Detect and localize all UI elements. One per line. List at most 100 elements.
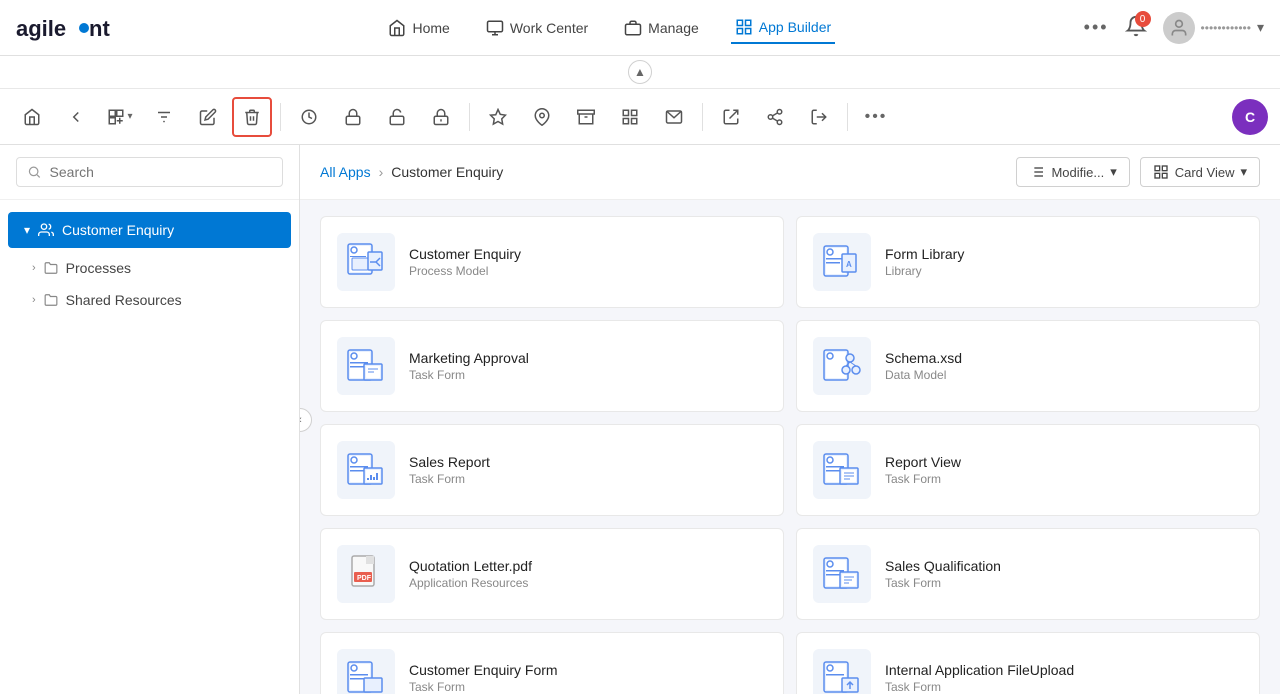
card-subtitle: Task Form <box>885 576 1001 590</box>
more-nav-button[interactable]: ••• <box>1084 17 1109 38</box>
card-title: Customer Enquiry <box>409 246 521 262</box>
card-title: Internal Application FileUpload <box>885 662 1074 678</box>
notification-badge: 0 <box>1135 11 1151 27</box>
user-name: •••••••••••• <box>1201 21 1251 35</box>
toolbar-mail-button[interactable] <box>654 97 694 137</box>
breadcrumb-current: Customer Enquiry <box>391 164 503 180</box>
card-subtitle: Process Model <box>409 264 521 278</box>
card-sales-qualification[interactable]: Sales Qualification Task Form <box>796 528 1260 620</box>
card-icon <box>813 441 871 499</box>
card-internal-app-fileupload[interactable]: Internal Application FileUpload Task For… <box>796 632 1260 694</box>
sort-button[interactable]: Modifie... ▾ <box>1016 157 1129 187</box>
collapse-button[interactable]: ▲ <box>628 60 652 84</box>
search-input[interactable] <box>50 164 272 180</box>
card-schema-xsd[interactable]: Schema.xsd Data Model <box>796 320 1260 412</box>
card-title: Form Library <box>885 246 964 262</box>
card-subtitle: Task Form <box>885 680 1074 694</box>
card-sales-report[interactable]: Sales Report Task Form <box>320 424 784 516</box>
card-info: Marketing Approval Task Form <box>409 350 529 382</box>
view-chevron-icon: ▾ <box>1240 164 1247 180</box>
view-controls: Modifie... ▾ Card View ▾ <box>1016 157 1260 187</box>
toolbar-location-button[interactable] <box>522 97 562 137</box>
user-avatar-area[interactable]: •••••••••••• ▾ <box>1163 12 1264 44</box>
search-input-wrap[interactable] <box>16 157 283 187</box>
home-nav-link[interactable]: Home <box>384 13 453 43</box>
card-subtitle: Task Form <box>885 472 961 486</box>
chevron-right-icon: › <box>32 262 36 274</box>
toolbar-export-button[interactable] <box>799 97 839 137</box>
card-info: Sales Report Task Form <box>409 454 490 486</box>
card-subtitle: Task Form <box>409 472 490 486</box>
toolbar-filter-button[interactable] <box>144 97 184 137</box>
toolbar-separator-2 <box>469 103 470 131</box>
card-icon <box>337 337 395 395</box>
card-subtitle: Data Model <box>885 368 962 382</box>
folder-icon <box>44 261 58 275</box>
toolbar: ▾ ••• C <box>0 89 1280 145</box>
sidebar-item-processes[interactable]: › Processes <box>0 252 299 284</box>
toolbar-share2-button[interactable] <box>755 97 795 137</box>
card-info: Sales Qualification Task Form <box>885 558 1001 590</box>
sidebar-item-shared-resources[interactable]: › Shared Resources <box>0 284 299 316</box>
breadcrumb-bar: All Apps › Customer Enquiry Modifie... ▾… <box>300 145 1280 200</box>
toolbar-delete-button[interactable] <box>232 97 272 137</box>
chevron-right-icon: › <box>32 294 36 306</box>
notification-button[interactable]: 0 <box>1125 15 1147 40</box>
sort-icon <box>1029 164 1045 180</box>
toolbar-lock2-button[interactable] <box>421 97 461 137</box>
toolbar-separator-1 <box>280 103 281 131</box>
cards-area: Customer Enquiry Process Model <box>300 200 1280 694</box>
workcenter-nav-link[interactable]: Work Center <box>482 13 592 43</box>
cards-grid: Customer Enquiry Process Model <box>320 216 1260 694</box>
toolbar-separator-3 <box>702 103 703 131</box>
toolbar-badge-button[interactable] <box>478 97 518 137</box>
user-avatar <box>1163 12 1195 44</box>
toolbar-back-button[interactable] <box>56 97 96 137</box>
toolbar-edit-button[interactable] <box>188 97 228 137</box>
card-customer-enquiry[interactable]: Customer Enquiry Process Model <box>320 216 784 308</box>
search-icon <box>27 164 42 180</box>
toolbar-box-button[interactable] <box>566 97 606 137</box>
sidebar: ▾ Customer Enquiry › Processes › Shared … <box>0 145 300 694</box>
card-title: Quotation Letter.pdf <box>409 558 532 574</box>
card-info: Schema.xsd Data Model <box>885 350 962 382</box>
toolbar-home-button[interactable] <box>12 97 52 137</box>
toolbar-grid-button[interactable] <box>610 97 650 137</box>
toolbar-new-button[interactable]: ▾ <box>100 97 140 137</box>
card-icon <box>337 233 395 291</box>
card-info: Customer Enquiry Process Model <box>409 246 521 278</box>
card-form-library[interactable]: A Form Library Library <box>796 216 1260 308</box>
card-title: Report View <box>885 454 961 470</box>
card-view-button[interactable]: Card View ▾ <box>1140 157 1260 187</box>
toolbar-share-button[interactable] <box>711 97 751 137</box>
card-icon: A <box>813 233 871 291</box>
user-initials-button[interactable]: C <box>1232 99 1268 135</box>
card-info: Form Library Library <box>885 246 964 278</box>
card-icon <box>813 545 871 603</box>
folder-icon <box>44 293 58 307</box>
toolbar-unlock-button[interactable] <box>377 97 417 137</box>
card-report-view[interactable]: Report View Task Form <box>796 424 1260 516</box>
chevron-down-icon: ▾ <box>24 223 30 237</box>
sidebar-tree: ▾ Customer Enquiry › Processes › Shared … <box>0 200 299 694</box>
content-area: ‹ All Apps › Customer Enquiry Modifie...… <box>300 145 1280 694</box>
nav-links: Home Work Center Manage App Builder <box>168 12 1052 44</box>
top-navigation: agile nt Home Work Center Manage App Bui… <box>0 0 1280 56</box>
card-quotation-letter[interactable]: PDF Quotation Letter.pdf Application Res… <box>320 528 784 620</box>
toolbar-more-button[interactable]: ••• <box>856 97 896 137</box>
card-marketing-approval[interactable]: Marketing Approval Task Form <box>320 320 784 412</box>
card-customer-enquiry-form[interactable]: Customer Enquiry Form Task Form <box>320 632 784 694</box>
svg-text:A: A <box>846 260 852 269</box>
appbuilder-nav-link[interactable]: App Builder <box>731 12 835 44</box>
card-subtitle: Library <box>885 264 964 278</box>
breadcrumb-all-apps-link[interactable]: All Apps <box>320 164 371 180</box>
manage-nav-link[interactable]: Manage <box>620 13 703 43</box>
sidebar-item-customer-enquiry[interactable]: ▾ Customer Enquiry <box>8 212 291 248</box>
user-chevron-icon: ▾ <box>1257 19 1264 36</box>
card-title: Schema.xsd <box>885 350 962 366</box>
toolbar-lock-button[interactable] <box>333 97 373 137</box>
toolbar-history-button[interactable] <box>289 97 329 137</box>
card-title: Sales Report <box>409 454 490 470</box>
card-title: Sales Qualification <box>885 558 1001 574</box>
svg-text:nt: nt <box>89 16 110 41</box>
